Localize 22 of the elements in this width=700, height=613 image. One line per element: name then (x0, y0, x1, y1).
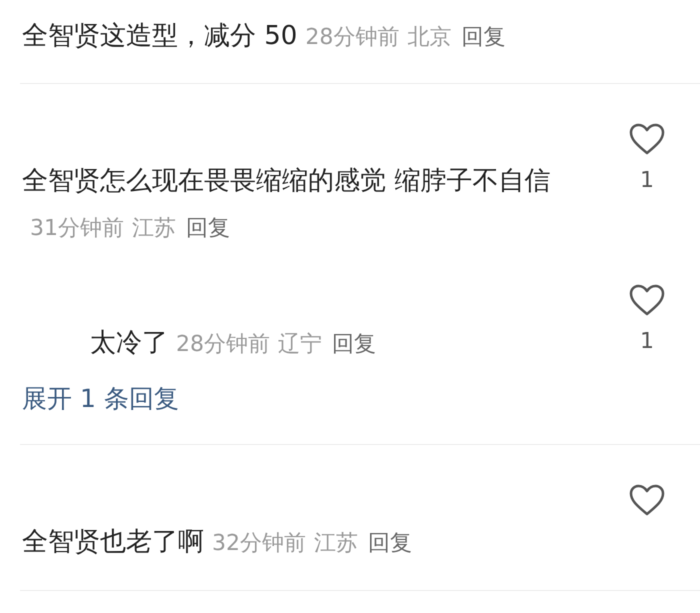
reply-link[interactable]: 回复 (186, 216, 230, 241)
heart-icon[interactable] (628, 283, 666, 317)
reply-link[interactable]: 回复 (461, 25, 506, 50)
comment-time: 31分钟前 (30, 216, 124, 241)
comment-text: 全智贤也老了啊 (22, 527, 204, 557)
comment-time: 28分钟前 (176, 332, 270, 357)
expand-replies-link[interactable]: 展开 1 条回复 (22, 376, 179, 421)
comment-text: 全智贤这造型，减分 50 (22, 21, 298, 51)
like-count: 1 (640, 329, 654, 355)
like-count: 1 (640, 168, 654, 194)
comment-time: 28分钟前 (305, 25, 400, 50)
heart-icon[interactable] (628, 122, 666, 156)
comment-time: 32分钟前 (212, 531, 306, 556)
comment-location: 北京 (407, 25, 452, 50)
reply-link[interactable]: 回复 (368, 531, 412, 556)
comment-location: 江苏 (132, 216, 176, 241)
comment-location: 辽宁 (278, 332, 322, 357)
comment-text: 太冷了 (90, 328, 168, 358)
comment-location: 江苏 (314, 531, 358, 556)
heart-icon[interactable] (628, 483, 666, 517)
comment-text: 全智贤怎么现在畏畏缩缩的感觉 缩脖子不自信 (22, 166, 550, 196)
reply-link[interactable]: 回复 (332, 332, 376, 357)
